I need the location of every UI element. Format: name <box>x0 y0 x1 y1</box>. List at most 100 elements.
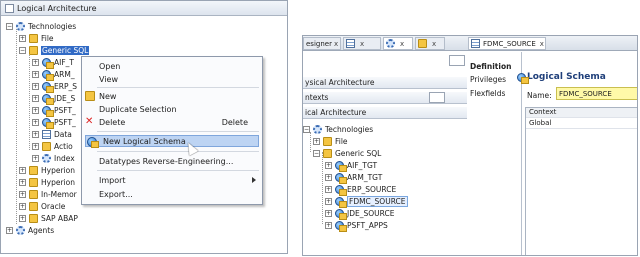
tree-node-jde[interactable]: + JDE_S <box>32 93 76 105</box>
panel-icon <box>5 3 14 13</box>
expand-icon[interactable]: + <box>19 167 26 174</box>
expand-icon[interactable]: + <box>32 71 39 78</box>
expand-icon[interactable]: + <box>32 119 39 126</box>
section-logical-architecture[interactable]: ical Architecture <box>303 107 467 119</box>
name-label: Name: <box>527 91 552 100</box>
nav-definition[interactable]: Definition <box>470 62 511 71</box>
menu-label: Import <box>99 175 126 185</box>
tab-label: esigner <box>306 39 332 48</box>
expand-icon[interactable]: + <box>325 162 332 169</box>
tree-node-agents[interactable]: + Agents <box>6 225 54 236</box>
tree-node-psft-1[interactable]: + PSFT_ <box>32 105 76 117</box>
expand-icon[interactable]: + <box>19 179 26 186</box>
logical-schema-icon <box>335 173 347 184</box>
tree-label: PSFT_ <box>54 106 76 115</box>
expand-icon[interactable]: + <box>6 227 13 234</box>
expand-icon[interactable]: + <box>32 95 39 102</box>
tree-guide <box>322 152 323 224</box>
tree-node-aif[interactable]: + AIF_T <box>32 57 74 69</box>
editor-nav: Definition Privileges Flexfields <box>467 52 522 255</box>
close-icon[interactable]: x <box>400 40 404 48</box>
close-icon[interactable]: x <box>432 40 436 48</box>
expand-icon[interactable]: + <box>325 198 332 205</box>
tab-topology[interactable]: x <box>383 37 413 50</box>
close-icon[interactable]: x <box>540 40 544 48</box>
expand-icon[interactable]: + <box>32 155 39 162</box>
expand-icon[interactable]: + <box>325 210 332 217</box>
expand-icon[interactable]: + <box>325 222 332 229</box>
expand-icon[interactable]: + <box>19 215 26 222</box>
delete-icon: ✕ <box>85 116 94 127</box>
toolbar-menu-icon[interactable] <box>449 55 465 66</box>
new-folder-icon <box>85 91 95 101</box>
expand-icon[interactable]: + <box>32 59 39 66</box>
context-menu: Open View New Duplicate Selection ✕ Dele… <box>81 56 263 205</box>
tree-node-hyperion-1[interactable]: + Hyperion <box>19 165 75 176</box>
collapse-icon[interactable]: − <box>303 126 310 133</box>
section-label: ysical Architecture <box>305 78 375 87</box>
expand-icon[interactable]: + <box>19 191 26 198</box>
tree-node-arm[interactable]: + ARM_ <box>32 69 75 81</box>
grid-row[interactable]: Global <box>526 119 637 129</box>
tree-node-hyperion-2[interactable]: + Hyperion <box>19 177 75 188</box>
menu-duplicate-selection[interactable]: Duplicate Selection <box>82 103 262 115</box>
tree-node-generic-sql[interactable]: − Generic SQL <box>19 45 90 56</box>
menu-export[interactable]: Export... <box>82 188 262 200</box>
menu-new[interactable]: New <box>82 90 262 102</box>
menu-open[interactable]: Open <box>82 60 262 72</box>
tree-node-sap-abap[interactable]: + SAP ABAP <box>19 213 78 224</box>
tree-node-erp-source[interactable]: + ERP_SOURCE <box>325 184 396 196</box>
new-context-icon[interactable] <box>429 92 445 103</box>
expand-icon[interactable]: + <box>313 138 320 145</box>
tab-designer[interactable]: esigner x <box>303 37 341 50</box>
collapse-icon[interactable]: − <box>19 47 26 54</box>
close-icon[interactable]: x <box>360 40 364 48</box>
tab-operator[interactable]: x <box>343 37 381 50</box>
menu-new-logical-schema[interactable]: New Logical Schema <box>85 135 259 148</box>
folder-icon <box>29 46 38 55</box>
tree-node-datatypes[interactable]: + Data <box>32 129 72 140</box>
tree-node-arm-tgt[interactable]: + ARM_TGT <box>325 172 382 184</box>
tree-node-generic-sql[interactable]: − Generic SQL <box>313 148 381 159</box>
menu-label: Delete <box>99 117 126 127</box>
menu-view[interactable]: View <box>82 73 262 85</box>
expand-icon[interactable]: + <box>32 131 39 138</box>
menu-import[interactable]: Import <box>82 174 262 186</box>
expand-icon[interactable]: + <box>325 174 332 181</box>
tree-node-in-memory[interactable]: + In-Memor <box>19 189 77 200</box>
collapse-icon[interactable]: − <box>313 150 320 157</box>
name-field[interactable]: FDMC_SOURCE <box>556 87 637 100</box>
menu-delete[interactable]: ✕ Delete Delete <box>82 116 262 128</box>
tree-node-oracle[interactable]: + Oracle <box>19 201 65 212</box>
nav-flexfields[interactable]: Flexfields <box>470 89 505 98</box>
tree-node-erp[interactable]: + ERP_S <box>32 81 77 93</box>
tree-node-actions[interactable]: + Actio <box>32 141 73 152</box>
tree-node-psft-2[interactable]: + PSFT_ <box>32 117 76 129</box>
expand-icon[interactable]: + <box>19 35 26 42</box>
tree-label: JDE_S <box>54 94 76 103</box>
tree-node-fdmc-source[interactable]: + FDMC_SOURCE <box>325 196 408 208</box>
close-icon[interactable]: x <box>334 40 338 48</box>
panel-header: Logical Architecture <box>1 1 287 16</box>
collapse-icon[interactable]: − <box>6 23 13 30</box>
nav-privileges[interactable]: Privileges <box>470 75 506 84</box>
section-physical-architecture[interactable]: ysical Architecture <box>303 77 467 89</box>
expand-icon[interactable]: + <box>19 203 26 210</box>
tree-node-file[interactable]: + File <box>19 33 54 44</box>
tree-node-file[interactable]: + File <box>313 136 348 147</box>
expand-icon[interactable]: + <box>32 107 39 114</box>
expand-icon[interactable]: + <box>32 143 39 150</box>
menu-datatypes-reverse-engineering[interactable]: Datatypes Reverse-Engineering... <box>82 155 262 167</box>
tree-node-index[interactable]: + Index <box>32 153 75 164</box>
tab-security[interactable]: x <box>415 37 445 50</box>
tab-fdmc-source[interactable]: FDMC_SOURCE x <box>468 37 546 50</box>
menu-label: Export... <box>99 189 133 199</box>
expand-icon[interactable]: + <box>325 186 332 193</box>
expand-icon[interactable]: + <box>32 83 39 90</box>
logical-schema-form: Logical Schema Name: FDMC_SOURCE Context… <box>517 52 637 255</box>
tree-node-aif-tgt[interactable]: + AIF_TGT <box>325 160 377 172</box>
tree-node-technologies[interactable]: − Technologies <box>6 21 76 32</box>
tree-node-jde-source[interactable]: + JDE_SOURCE <box>325 208 394 220</box>
tree-node-psft-apps[interactable]: + PSFT_APPS <box>325 220 388 232</box>
tree-node-technologies[interactable]: − Technologies <box>303 124 373 135</box>
